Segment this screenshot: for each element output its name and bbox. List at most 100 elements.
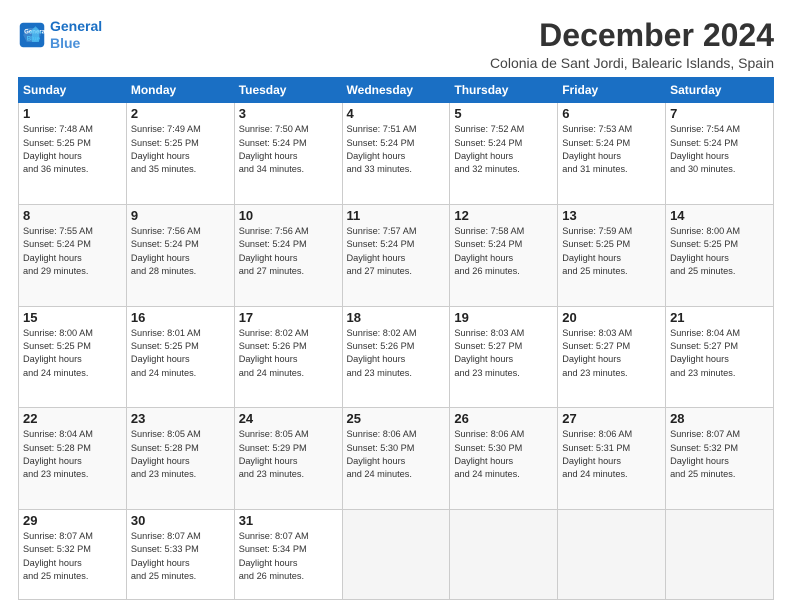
table-row: 13 Sunrise: 7:59 AMSunset: 5:25 PMDayligh…	[558, 204, 666, 306]
table-row: 12 Sunrise: 7:58 AMSunset: 5:24 PMDayligh…	[450, 204, 558, 306]
day-number: 9	[131, 208, 230, 223]
day-number: 15	[23, 310, 122, 325]
day-number: 25	[347, 411, 446, 426]
day-info: Sunrise: 8:07 AMSunset: 5:32 PMDaylight …	[23, 530, 122, 583]
day-number: 4	[347, 106, 446, 121]
logo: General Blue General Blue	[18, 18, 102, 52]
col-friday: Friday	[558, 78, 666, 103]
day-info: Sunrise: 7:56 AMSunset: 5:24 PMDaylight …	[131, 225, 230, 278]
day-number: 19	[454, 310, 553, 325]
day-number: 8	[23, 208, 122, 223]
day-info: Sunrise: 8:03 AMSunset: 5:27 PMDaylight …	[454, 327, 553, 380]
location: Colonia de Sant Jordi, Balearic Islands,…	[490, 55, 774, 71]
table-row: 3 Sunrise: 7:50 AMSunset: 5:24 PMDaylight…	[234, 103, 342, 205]
logo-text: General Blue	[50, 18, 102, 52]
logo-line2: Blue	[50, 35, 80, 51]
table-row: 26 Sunrise: 8:06 AMSunset: 5:30 PMDayligh…	[450, 408, 558, 510]
day-number: 14	[670, 208, 769, 223]
table-row: 11Sunrise: 7:57 AMSunset: 5:24 PMDayligh…	[342, 204, 450, 306]
table-row: 24 Sunrise: 8:05 AMSunset: 5:29 PMDayligh…	[234, 408, 342, 510]
day-number: 27	[562, 411, 661, 426]
day-info: Sunrise: 8:06 AMSunset: 5:30 PMDaylight …	[347, 428, 446, 481]
table-row: 2 Sunrise: 7:49 AMSunset: 5:25 PMDaylight…	[126, 103, 234, 205]
day-number: 22	[23, 411, 122, 426]
day-info: Sunrise: 7:50 AMSunset: 5:24 PMDaylight …	[239, 123, 338, 176]
day-number: 6	[562, 106, 661, 121]
day-info: Sunrise: 8:00 AMSunset: 5:25 PMDaylight …	[670, 225, 769, 278]
day-info: Sunrise: 8:06 AMSunset: 5:31 PMDaylight …	[562, 428, 661, 481]
header: General Blue General Blue December 2024 …	[18, 18, 774, 71]
table-row: 5Sunrise: 7:52 AMSunset: 5:24 PMDaylight…	[450, 103, 558, 205]
col-saturday: Saturday	[666, 78, 774, 103]
day-number: 13	[562, 208, 661, 223]
table-row	[450, 509, 558, 599]
day-info: Sunrise: 8:05 AMSunset: 5:28 PMDaylight …	[131, 428, 230, 481]
day-info: Sunrise: 8:03 AMSunset: 5:27 PMDaylight …	[562, 327, 661, 380]
day-info: Sunrise: 7:58 AMSunset: 5:24 PMDaylight …	[454, 225, 553, 278]
day-info: Sunrise: 8:01 AMSunset: 5:25 PMDaylight …	[131, 327, 230, 380]
day-number: 10	[239, 208, 338, 223]
day-info: Sunrise: 7:56 AMSunset: 5:24 PMDaylight …	[239, 225, 338, 278]
logo-icon: General Blue	[18, 21, 46, 49]
day-info: Sunrise: 7:49 AMSunset: 5:25 PMDaylight …	[131, 123, 230, 176]
day-number: 26	[454, 411, 553, 426]
calendar-header-row: Sunday Monday Tuesday Wednesday Thursday…	[19, 78, 774, 103]
table-row: 4 Sunrise: 7:51 AMSunset: 5:24 PMDaylight…	[342, 103, 450, 205]
day-number: 12	[454, 208, 553, 223]
day-info: Sunrise: 7:48 AMSunset: 5:25 PMDaylight …	[23, 123, 122, 176]
table-row: 21 Sunrise: 8:04 AMSunset: 5:27 PMDayligh…	[666, 306, 774, 408]
table-row	[558, 509, 666, 599]
table-row: 7 Sunrise: 7:54 AMSunset: 5:24 PMDaylight…	[666, 103, 774, 205]
table-row: 20 Sunrise: 8:03 AMSunset: 5:27 PMDayligh…	[558, 306, 666, 408]
table-row	[342, 509, 450, 599]
table-row	[666, 509, 774, 599]
day-number: 17	[239, 310, 338, 325]
day-info: Sunrise: 7:59 AMSunset: 5:25 PMDaylight …	[562, 225, 661, 278]
day-number: 28	[670, 411, 769, 426]
table-row: 23 Sunrise: 8:05 AMSunset: 5:28 PMDayligh…	[126, 408, 234, 510]
day-info: Sunrise: 7:54 AMSunset: 5:24 PMDaylight …	[670, 123, 769, 176]
day-number: 3	[239, 106, 338, 121]
day-number: 2	[131, 106, 230, 121]
table-row: 18Sunrise: 8:02 AMSunset: 5:26 PMDayligh…	[342, 306, 450, 408]
day-number: 24	[239, 411, 338, 426]
day-number: 30	[131, 513, 230, 528]
day-number: 5	[454, 106, 553, 121]
day-number: 23	[131, 411, 230, 426]
table-row: 31Sunrise: 8:07 AMSunset: 5:34 PMDayligh…	[234, 509, 342, 599]
calendar: Sunday Monday Tuesday Wednesday Thursday…	[18, 77, 774, 600]
day-info: Sunrise: 7:51 AMSunset: 5:24 PMDaylight …	[347, 123, 446, 176]
day-info: Sunrise: 8:06 AMSunset: 5:30 PMDaylight …	[454, 428, 553, 481]
table-row: 27 Sunrise: 8:06 AMSunset: 5:31 PMDayligh…	[558, 408, 666, 510]
col-sunday: Sunday	[19, 78, 127, 103]
table-row: 14 Sunrise: 8:00 AMSunset: 5:25 PMDayligh…	[666, 204, 774, 306]
logo-line1: General	[50, 18, 102, 34]
day-number: 20	[562, 310, 661, 325]
table-row: 30 Sunrise: 8:07 AMSunset: 5:33 PMDayligh…	[126, 509, 234, 599]
table-row: 8 Sunrise: 7:55 AMSunset: 5:24 PMDaylight…	[19, 204, 127, 306]
day-info: Sunrise: 8:04 AMSunset: 5:28 PMDaylight …	[23, 428, 122, 481]
table-row: 22 Sunrise: 8:04 AMSunset: 5:28 PMDayligh…	[19, 408, 127, 510]
day-number: 31	[239, 513, 338, 528]
day-number: 18	[347, 310, 446, 325]
title-block: December 2024 Colonia de Sant Jordi, Bal…	[490, 18, 774, 71]
table-row: 15 Sunrise: 8:00 AMSunset: 5:25 PMDayligh…	[19, 306, 127, 408]
day-info: Sunrise: 7:53 AMSunset: 5:24 PMDaylight …	[562, 123, 661, 176]
day-info: Sunrise: 8:00 AMSunset: 5:25 PMDaylight …	[23, 327, 122, 380]
day-info: Sunrise: 8:02 AMSunset: 5:26 PMDaylight …	[239, 327, 338, 380]
day-number: 7	[670, 106, 769, 121]
day-info: Sunrise: 8:07 AMSunset: 5:33 PMDaylight …	[131, 530, 230, 583]
day-info: Sunrise: 8:04 AMSunset: 5:27 PMDaylight …	[670, 327, 769, 380]
col-monday: Monday	[126, 78, 234, 103]
day-number: 16	[131, 310, 230, 325]
table-row: 6 Sunrise: 7:53 AMSunset: 5:24 PMDaylight…	[558, 103, 666, 205]
table-row: 28Sunrise: 8:07 AMSunset: 5:32 PMDayligh…	[666, 408, 774, 510]
month-title: December 2024	[490, 18, 774, 53]
table-row: 29Sunrise: 8:07 AMSunset: 5:32 PMDayligh…	[19, 509, 127, 599]
table-row: 9 Sunrise: 7:56 AMSunset: 5:24 PMDaylight…	[126, 204, 234, 306]
day-info: Sunrise: 7:55 AMSunset: 5:24 PMDaylight …	[23, 225, 122, 278]
day-info: Sunrise: 8:05 AMSunset: 5:29 PMDaylight …	[239, 428, 338, 481]
col-tuesday: Tuesday	[234, 78, 342, 103]
table-row: 17 Sunrise: 8:02 AMSunset: 5:26 PMDayligh…	[234, 306, 342, 408]
day-number: 21	[670, 310, 769, 325]
